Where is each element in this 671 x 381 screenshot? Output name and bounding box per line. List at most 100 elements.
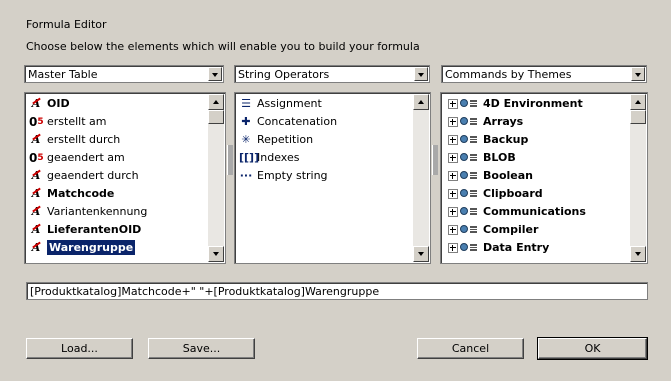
list-item-label: Indexes: [257, 151, 300, 164]
commands-list[interactable]: 4D Environment Arrays Backup BLOB Boolean Cli…: [440, 92, 648, 264]
list-item[interactable]: A Warengruppe: [27, 239, 208, 257]
list-item[interactable]: A LieferantenOID: [27, 221, 208, 239]
chevron-down-icon[interactable]: [414, 67, 428, 81]
list-item-label: Empty string: [257, 169, 328, 182]
expand-icon[interactable]: [448, 225, 458, 235]
expand-icon[interactable]: [448, 153, 458, 163]
list-item-label: LieferantenOID: [47, 223, 142, 236]
window-title: Formula Editor: [26, 18, 107, 31]
numeric-field-icon: 05: [29, 115, 44, 129]
alpha-field-icon: A: [29, 241, 43, 255]
operators-list[interactable]: ☰ Assignment ✚ Concatenation ✳ Repetition [[]]…: [234, 92, 431, 264]
assignment-icon: ☰: [241, 97, 251, 110]
fields-list[interactable]: A OID 05 erstellt am Aerstellt durch 05 geaend…: [24, 92, 226, 264]
list-item[interactable]: 4D Environment: [443, 95, 630, 113]
ok-button[interactable]: OK: [537, 337, 648, 360]
alpha-field-icon: A: [29, 187, 43, 201]
splitter-handle[interactable]: [227, 145, 233, 175]
list-item-label: Backup: [483, 133, 529, 146]
table-select-value: Master Table: [28, 68, 98, 81]
formula-field[interactable]: [Produktkatalog]Matchcode+" "+[Produktka…: [26, 282, 648, 300]
list-item-label: Variantenkennung: [47, 205, 148, 218]
theme-icon: [460, 133, 478, 147]
expand-icon[interactable]: [448, 117, 458, 127]
empty-string-icon: ···: [239, 169, 253, 182]
list-item[interactable]: BLOB: [443, 149, 630, 167]
list-item[interactable]: ✳ Repetition: [237, 131, 413, 149]
chevron-down-icon[interactable]: [208, 67, 222, 81]
theme-icon: [460, 205, 478, 219]
operators-select[interactable]: String Operators: [234, 65, 430, 83]
list-item[interactable]: Data Entry: [443, 239, 630, 257]
numeric-field-icon: 05: [29, 151, 44, 165]
alpha-field-icon: A: [29, 223, 43, 237]
list-item-label: OID: [47, 97, 70, 110]
list-item[interactable]: Aerstellt durch: [27, 131, 208, 149]
alpha-field-icon: A: [29, 97, 43, 111]
list-item[interactable]: 05 geaendert am: [27, 149, 208, 167]
theme-icon: [460, 223, 478, 237]
scroll-down-icon[interactable]: [630, 246, 646, 262]
list-item-label: 4D Environment: [483, 97, 583, 110]
list-item[interactable]: ··· Empty string: [237, 167, 413, 185]
list-item[interactable]: A Variantenkennung: [27, 203, 208, 221]
scroll-thumb[interactable]: [630, 110, 646, 124]
expand-icon[interactable]: [448, 99, 458, 109]
list-item[interactable]: A Matchcode: [27, 185, 208, 203]
expand-icon[interactable]: [448, 171, 458, 181]
brackets-icon: [[]]: [239, 151, 260, 164]
load-button[interactable]: Load...: [26, 338, 133, 359]
list-item[interactable]: Backup: [443, 131, 630, 149]
list-item[interactable]: Compiler: [443, 221, 630, 239]
alpha-field-icon: A: [29, 169, 43, 183]
scroll-up-icon[interactable]: [208, 94, 224, 110]
list-item-label: erstellt am: [47, 115, 107, 128]
list-item[interactable]: Arrays: [443, 113, 630, 131]
expand-icon[interactable]: [448, 243, 458, 253]
expand-icon[interactable]: [448, 189, 458, 199]
scroll-up-icon[interactable]: [413, 94, 429, 110]
expand-icon[interactable]: [448, 135, 458, 145]
scroll-thumb[interactable]: [208, 110, 224, 124]
splitter-handle[interactable]: [432, 145, 438, 175]
list-item-label: Matchcode: [47, 187, 115, 200]
commands-scrollbar[interactable]: [630, 94, 646, 262]
list-item[interactable]: Clipboard: [443, 185, 630, 203]
asterisk-icon: ✳: [241, 133, 251, 146]
commands-select[interactable]: Commands by Themes: [441, 65, 647, 83]
list-item-label: Arrays: [483, 115, 524, 128]
list-item[interactable]: ✚ Concatenation: [237, 113, 413, 131]
list-item[interactable]: Boolean: [443, 167, 630, 185]
theme-icon: [460, 97, 478, 111]
list-item[interactable]: Communications: [443, 203, 630, 221]
cancel-button[interactable]: Cancel: [417, 338, 524, 359]
list-item-label: Assignment: [257, 97, 322, 110]
commands-select-value: Commands by Themes: [445, 68, 572, 81]
operators-scrollbar[interactable]: [413, 94, 429, 262]
list-item[interactable]: Ageaendert durch: [27, 167, 208, 185]
list-item-label: Boolean: [483, 169, 533, 182]
scroll-up-icon[interactable]: [630, 94, 646, 110]
list-item[interactable]: A OID: [27, 95, 208, 113]
list-item[interactable]: [[]] Indexes: [237, 149, 413, 167]
save-button[interactable]: Save...: [148, 338, 255, 359]
expand-icon[interactable]: [448, 207, 458, 217]
scroll-down-icon[interactable]: [413, 246, 429, 262]
list-item-label: geaendert durch: [47, 169, 139, 182]
alpha-field-icon: A: [29, 205, 43, 219]
list-item-label: Compiler: [483, 223, 539, 236]
fields-scrollbar[interactable]: [208, 94, 224, 262]
theme-icon: [460, 187, 478, 201]
theme-icon: [460, 151, 478, 165]
chevron-down-icon[interactable]: [631, 67, 645, 81]
list-item-label: geaendert am: [47, 151, 125, 164]
theme-icon: [460, 169, 478, 183]
list-item[interactable]: ☰ Assignment: [237, 95, 413, 113]
operators-select-value: String Operators: [238, 68, 330, 81]
list-item-label: Warengruppe: [47, 240, 136, 255]
list-item[interactable]: 05 erstellt am: [27, 113, 208, 131]
theme-icon: [460, 241, 478, 255]
table-select[interactable]: Master Table: [24, 65, 224, 83]
list-item-label: Communications: [483, 205, 586, 218]
scroll-down-icon[interactable]: [208, 246, 224, 262]
